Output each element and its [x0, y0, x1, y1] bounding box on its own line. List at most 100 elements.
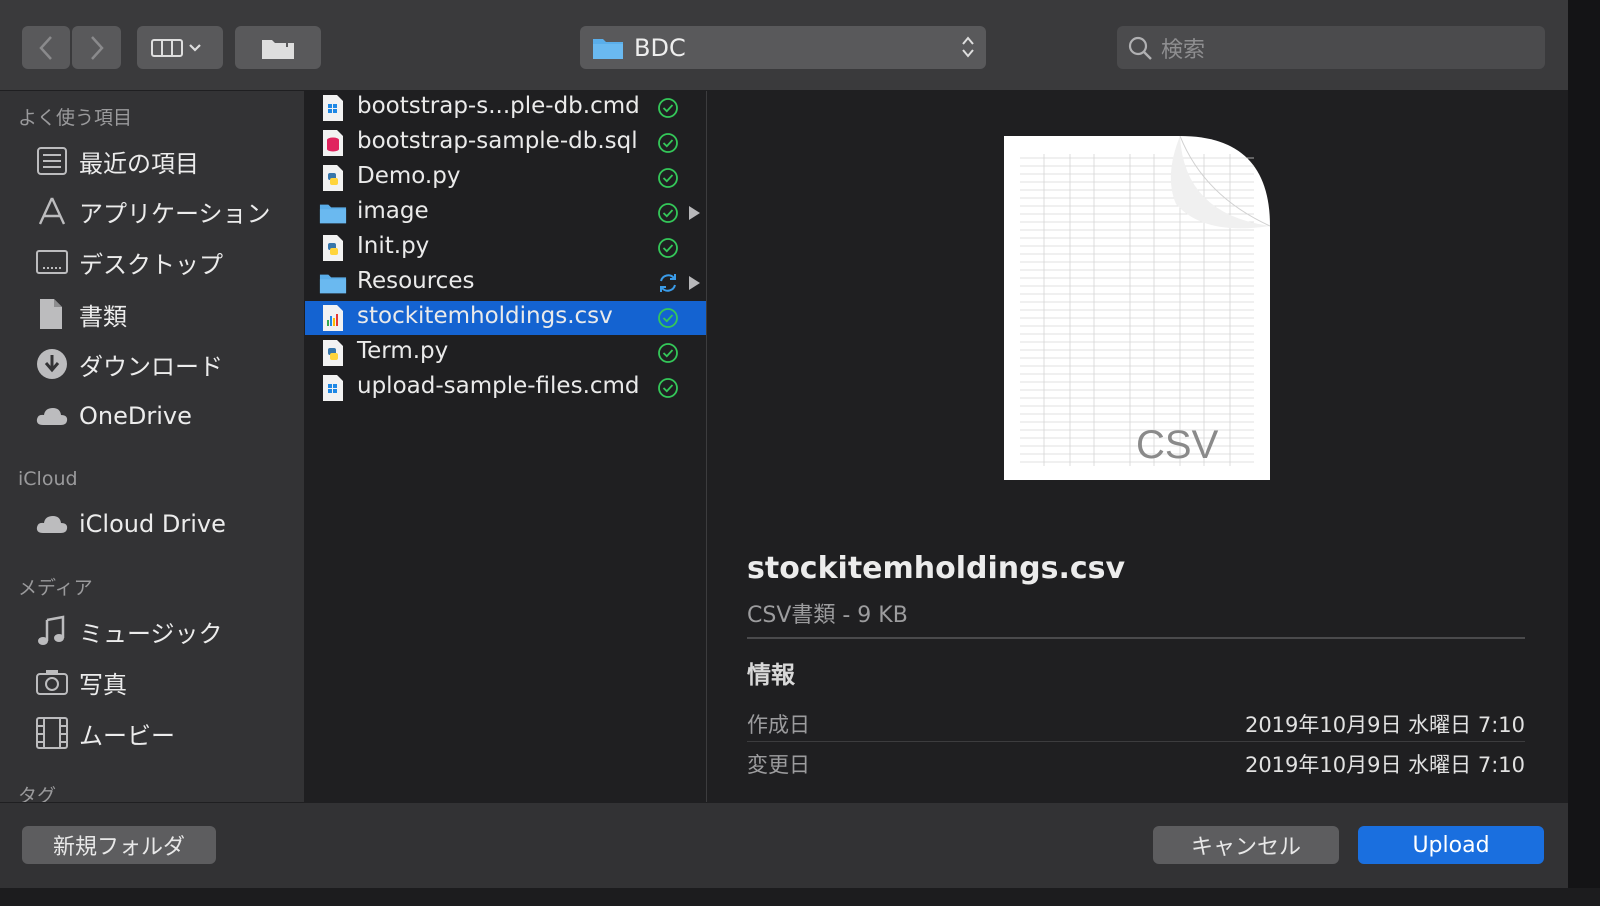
documents-icon — [34, 296, 70, 332]
sidebar-item-label: 書類 — [79, 302, 127, 331]
cmd-file-icon — [319, 94, 347, 122]
sidebar-item-label: 写真 — [79, 670, 127, 699]
sidebar-item-downloads[interactable]: ダウンロード — [34, 344, 223, 384]
file-row[interactable]: Init.py — [305, 231, 706, 265]
search-placeholder: 検索 — [1161, 37, 1206, 63]
sidebar-section-icloud: iCloud — [18, 468, 78, 490]
sidebar-item-label: アプリケーション — [79, 199, 271, 228]
file-row-selected[interactable]: stockitemholdings.csv — [305, 301, 706, 335]
location-label: BDC — [634, 33, 686, 62]
sidebar-item-applications[interactable]: アプリケーション — [34, 191, 271, 231]
synced-check-icon — [658, 238, 678, 258]
sidebar: よく使う項目 最近の項目 アプリケーション デスクトップ 書類 ダウンロード O… — [0, 91, 305, 802]
sidebar-item-onedrive[interactable]: OneDrive — [34, 396, 192, 436]
new-folder-button[interactable]: 新規フォルダ — [22, 826, 216, 864]
disclosure-triangle-icon — [689, 206, 700, 220]
synced-check-icon — [658, 308, 678, 328]
divider — [747, 637, 1525, 639]
sidebar-item-label: 最近の項目 — [79, 149, 199, 178]
music-note-icon — [34, 613, 70, 649]
sql-file-icon — [319, 129, 347, 157]
created-value: 2019年10月9日 水曜日 7:10 — [1244, 713, 1525, 737]
recents-icon — [34, 143, 70, 179]
sidebar-section-tags: タグ — [18, 785, 57, 802]
modified-label: 変更日 — [747, 753, 810, 777]
forward-button[interactable] — [72, 26, 121, 69]
file-list: bootstrap-s...ple-db.cmd bootstrap-sampl… — [305, 91, 707, 802]
sidebar-item-label: デスクトップ — [79, 250, 223, 279]
upload-button[interactable]: Upload — [1358, 826, 1544, 864]
view-mode-button[interactable] — [137, 26, 223, 69]
camera-icon — [34, 664, 70, 700]
sidebar-item-documents[interactable]: 書類 — [34, 294, 127, 334]
cloud-icon — [34, 506, 70, 542]
dialog-footer: 新規フォルダ キャンセル Upload — [0, 802, 1568, 888]
folder-row[interactable]: Resources — [305, 266, 706, 300]
file-row[interactable]: Term.py — [305, 336, 706, 370]
synced-check-icon — [658, 168, 678, 188]
cloud-icon — [34, 398, 70, 434]
created-label: 作成日 — [747, 713, 810, 737]
file-name: bootstrap-s...ple-db.cmd — [357, 93, 640, 119]
file-row[interactable]: bootstrap-sample-db.sql — [305, 126, 706, 160]
folder-icon — [319, 199, 347, 227]
sidebar-item-icloud-drive[interactable]: iCloud Drive — [34, 504, 226, 544]
synced-check-icon — [658, 133, 678, 153]
csv-file-icon — [319, 304, 347, 332]
disclosure-triangle-icon — [689, 276, 700, 290]
sidebar-item-movies[interactable]: ムービー — [34, 713, 175, 753]
film-icon — [34, 715, 70, 751]
folder-row[interactable]: image — [305, 196, 706, 230]
file-name: Init.py — [357, 233, 430, 259]
file-name: stockitemholdings.csv — [357, 303, 613, 329]
modified-value: 2019年10月9日 水曜日 7:10 — [1244, 753, 1525, 777]
folder-icon — [593, 38, 623, 59]
file-name: bootstrap-sample-db.sql — [357, 128, 638, 154]
synced-check-icon — [658, 203, 678, 223]
updown-chevron-icon — [962, 36, 974, 58]
background-strip — [1568, 0, 1600, 906]
synced-check-icon — [658, 343, 678, 363]
python-file-icon — [319, 234, 347, 262]
chevron-left-icon — [39, 35, 52, 60]
info-heading: 情報 — [747, 661, 795, 689]
preview-file-kind: CSV書類 - 9 KB — [747, 603, 908, 628]
sidebar-item-music[interactable]: ミュージック — [34, 611, 223, 651]
sidebar-item-label: ミュージック — [79, 619, 223, 648]
search-icon — [1128, 36, 1152, 60]
column-view-icon — [151, 38, 201, 57]
file-name: Demo.py — [357, 163, 461, 189]
applications-icon — [34, 193, 70, 229]
search-field[interactable]: 検索 — [1117, 26, 1545, 69]
csv-document-thumbnail: CSV — [1004, 136, 1270, 480]
file-name: Term.py — [357, 338, 449, 364]
sidebar-item-photos[interactable]: 写真 — [34, 662, 127, 702]
sidebar-item-label: OneDrive — [79, 402, 192, 430]
preview-file-name: stockitemholdings.csv — [747, 551, 1126, 586]
file-row[interactable]: bootstrap-s...ple-db.cmd — [305, 91, 706, 125]
location-popup[interactable]: BDC — [580, 26, 986, 69]
preview-pane: CSV stockitemholdings.csv CSV書類 - 9 KB 情… — [707, 91, 1568, 802]
file-name: image — [357, 198, 429, 224]
thumbnail-label: CSV — [1136, 423, 1219, 467]
file-upload-dialog: BDC 検索 よく使う項目 最近の項目 アプリケーション デスクトップ 書類 ダ… — [0, 0, 1568, 888]
sidebar-section-favorites: よく使う項目 — [18, 107, 133, 129]
background-strip — [0, 888, 1600, 906]
file-row[interactable]: upload-sample-files.cmd — [305, 371, 706, 405]
cancel-button[interactable]: キャンセル — [1153, 826, 1339, 864]
file-row[interactable]: Demo.py — [305, 161, 706, 195]
python-file-icon — [319, 339, 347, 367]
sidebar-item-label: iCloud Drive — [79, 510, 226, 538]
file-name: upload-sample-files.cmd — [357, 373, 640, 399]
python-file-icon — [319, 164, 347, 192]
toolbar: BDC 検索 — [0, 0, 1568, 91]
cmd-file-icon — [319, 374, 347, 402]
desktop-icon — [34, 244, 70, 280]
back-button[interactable] — [22, 26, 70, 69]
sidebar-section-media: メディア — [18, 577, 93, 599]
sidebar-item-desktop[interactable]: デスクトップ — [34, 242, 223, 282]
sidebar-item-recents[interactable]: 最近の項目 — [34, 141, 199, 181]
synced-check-icon — [658, 378, 678, 398]
new-folder-toolbar-button[interactable] — [235, 26, 321, 69]
downloads-icon — [34, 346, 70, 382]
